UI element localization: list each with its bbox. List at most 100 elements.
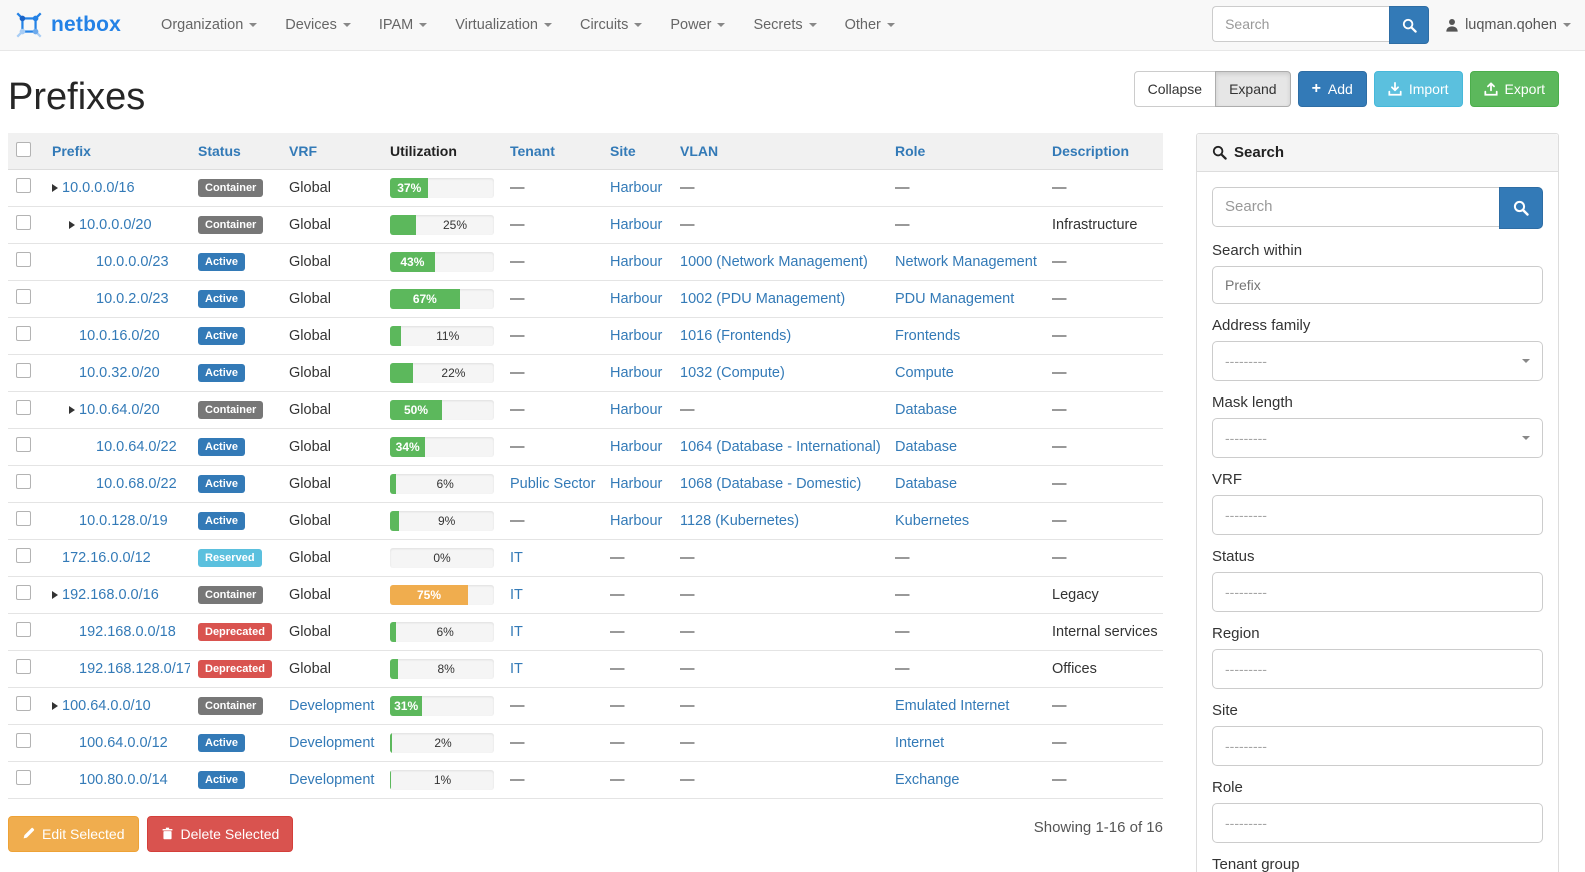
- sort-link-prefix[interactable]: Prefix: [52, 143, 91, 159]
- expand-caret-icon[interactable]: [52, 184, 58, 192]
- tenant-link[interactable]: Public Sector: [510, 476, 595, 492]
- vrf-link[interactable]: Development: [289, 698, 374, 714]
- prefix-link[interactable]: 10.0.16.0/20: [79, 328, 160, 344]
- row-checkbox[interactable]: [16, 437, 31, 452]
- nav-item-devices[interactable]: Devices: [271, 0, 365, 50]
- expand-button[interactable]: Expand: [1215, 71, 1290, 107]
- row-checkbox[interactable]: [16, 474, 31, 489]
- sort-link-site[interactable]: Site: [610, 143, 636, 159]
- prefix-link[interactable]: 10.0.68.0/22: [96, 476, 177, 492]
- import-button[interactable]: Import: [1374, 71, 1463, 107]
- sort-link-tenant[interactable]: Tenant: [510, 143, 555, 159]
- sort-link-role[interactable]: Role: [895, 143, 925, 159]
- filter-select-region[interactable]: ---------: [1212, 649, 1543, 689]
- prefix-link[interactable]: 100.80.0.0/14: [79, 772, 168, 788]
- prefix-link[interactable]: 10.0.0.0/23: [96, 254, 169, 270]
- row-checkbox[interactable]: [16, 400, 31, 415]
- site-link[interactable]: Harbour: [610, 180, 662, 196]
- tenant-link[interactable]: IT: [510, 550, 523, 566]
- role-link[interactable]: Exchange: [895, 772, 960, 788]
- prefix-link[interactable]: 10.0.32.0/20: [79, 365, 160, 381]
- tenant-link[interactable]: IT: [510, 661, 523, 677]
- role-link[interactable]: Database: [895, 439, 957, 455]
- filter-select-role[interactable]: ---------: [1212, 803, 1543, 843]
- role-link[interactable]: Kubernetes: [895, 513, 969, 529]
- nav-item-other[interactable]: Other: [831, 0, 909, 50]
- role-link[interactable]: Internet: [895, 735, 944, 751]
- sidebar-search-button[interactable]: [1499, 187, 1543, 229]
- prefix-link[interactable]: 172.16.0.0/12: [62, 550, 151, 566]
- tenant-link[interactable]: IT: [510, 624, 523, 640]
- prefix-link[interactable]: 100.64.0.0/10: [62, 698, 151, 714]
- role-link[interactable]: Network Management: [895, 254, 1037, 270]
- vlan-link[interactable]: 1016 (Frontends): [680, 328, 791, 344]
- site-link[interactable]: Harbour: [610, 439, 662, 455]
- role-link[interactable]: Database: [895, 402, 957, 418]
- role-link[interactable]: PDU Management: [895, 291, 1014, 307]
- site-link[interactable]: Harbour: [610, 254, 662, 270]
- site-link[interactable]: Harbour: [610, 217, 662, 233]
- prefix-link[interactable]: 100.64.0.0/12: [79, 735, 168, 751]
- prefix-link[interactable]: 192.168.128.0/17: [79, 661, 190, 677]
- role-link[interactable]: Frontends: [895, 328, 960, 344]
- nav-item-secrets[interactable]: Secrets: [739, 0, 830, 50]
- expand-caret-icon[interactable]: [52, 591, 58, 599]
- vlan-link[interactable]: 1068 (Database - Domestic): [680, 476, 861, 492]
- prefix-link[interactable]: 192.168.0.0/18: [79, 624, 176, 640]
- row-checkbox[interactable]: [16, 733, 31, 748]
- filter-select-address-family[interactable]: ---------: [1212, 341, 1543, 381]
- vrf-link[interactable]: Development: [289, 772, 374, 788]
- sidebar-search-input[interactable]: [1212, 187, 1499, 227]
- row-checkbox[interactable]: [16, 511, 31, 526]
- prefix-link[interactable]: 10.0.0.0/20: [79, 217, 152, 233]
- sort-link-description[interactable]: Description: [1052, 143, 1129, 159]
- vlan-link[interactable]: 1032 (Compute): [680, 365, 785, 381]
- vlan-link[interactable]: 1000 (Network Management): [680, 254, 868, 270]
- expand-caret-icon[interactable]: [52, 702, 58, 710]
- tenant-link[interactable]: IT: [510, 587, 523, 603]
- navbar-search-input[interactable]: [1212, 6, 1389, 42]
- select-all-checkbox[interactable]: [16, 142, 31, 157]
- row-checkbox[interactable]: [16, 326, 31, 341]
- site-link[interactable]: Harbour: [610, 365, 662, 381]
- navbar-search-button[interactable]: [1389, 6, 1429, 44]
- row-checkbox[interactable]: [16, 363, 31, 378]
- expand-caret-icon[interactable]: [69, 221, 75, 229]
- filter-select-vrf[interactable]: ---------: [1212, 495, 1543, 535]
- nav-item-virtualization[interactable]: Virtualization: [441, 0, 566, 50]
- row-checkbox[interactable]: [16, 585, 31, 600]
- row-checkbox[interactable]: [16, 178, 31, 193]
- row-checkbox[interactable]: [16, 548, 31, 563]
- row-checkbox[interactable]: [16, 252, 31, 267]
- sort-link-vrf[interactable]: VRF: [289, 143, 317, 159]
- row-checkbox[interactable]: [16, 622, 31, 637]
- vrf-link[interactable]: Development: [289, 735, 374, 751]
- filter-select-mask-length[interactable]: ---------: [1212, 418, 1543, 458]
- row-checkbox[interactable]: [16, 659, 31, 674]
- prefix-link[interactable]: 10.0.64.0/20: [79, 402, 160, 418]
- prefix-link[interactable]: 10.0.0.0/16: [62, 180, 135, 196]
- role-link[interactable]: Database: [895, 476, 957, 492]
- prefix-link[interactable]: 10.0.2.0/23: [96, 291, 169, 307]
- prefix-link[interactable]: 10.0.128.0/19: [79, 513, 168, 529]
- nav-item-ipam[interactable]: IPAM: [365, 0, 441, 50]
- netbox-brand[interactable]: netbox: [14, 10, 121, 40]
- delete-selected-button[interactable]: Delete Selected: [147, 816, 294, 852]
- nav-item-circuits[interactable]: Circuits: [566, 0, 656, 50]
- sort-link-status[interactable]: Status: [198, 143, 241, 159]
- nav-item-organization[interactable]: Organization: [147, 0, 271, 50]
- expand-caret-icon[interactable]: [69, 406, 75, 414]
- vlan-link[interactable]: 1064 (Database - International): [680, 439, 881, 455]
- filter-select-status[interactable]: ---------: [1212, 572, 1543, 612]
- user-menu[interactable]: luqman.qohen: [1445, 17, 1571, 33]
- prefix-link[interactable]: 10.0.64.0/22: [96, 439, 177, 455]
- row-checkbox[interactable]: [16, 289, 31, 304]
- add-button[interactable]: + Add: [1298, 71, 1367, 107]
- export-button[interactable]: Export: [1470, 71, 1559, 107]
- site-link[interactable]: Harbour: [610, 402, 662, 418]
- site-link[interactable]: Harbour: [610, 513, 662, 529]
- prefix-link[interactable]: 192.168.0.0/16: [62, 587, 159, 603]
- row-checkbox[interactable]: [16, 770, 31, 785]
- vlan-link[interactable]: 1002 (PDU Management): [680, 291, 845, 307]
- filter-input-search-within[interactable]: [1212, 266, 1543, 304]
